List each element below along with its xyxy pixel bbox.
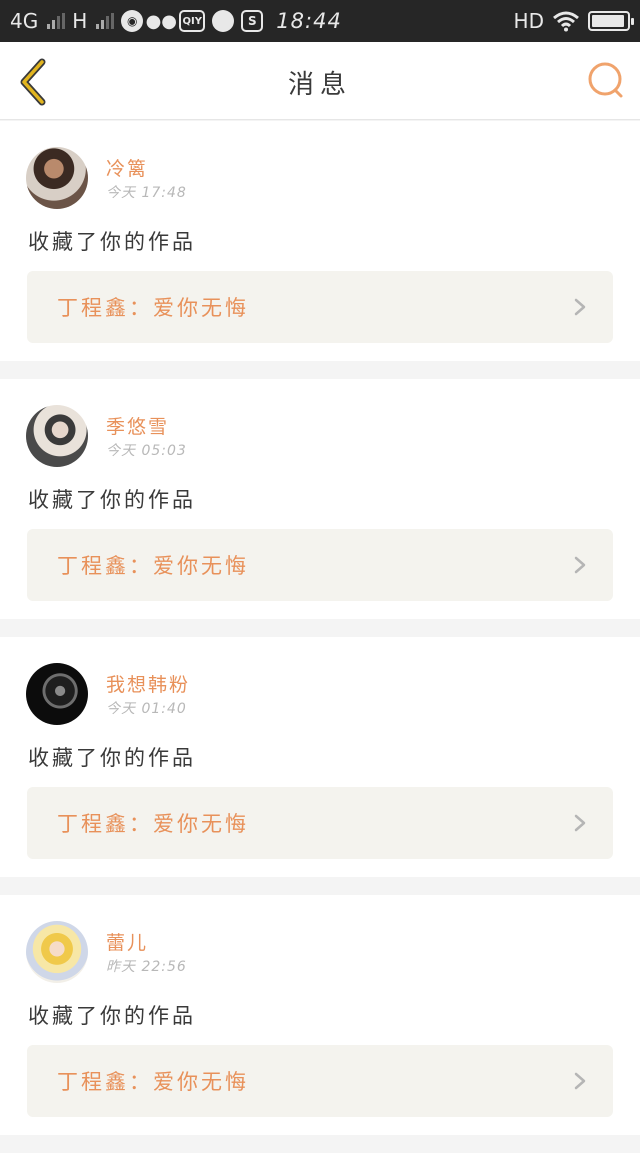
- clock: 18:44: [276, 9, 342, 33]
- timestamp: 昨天 22:56: [106, 959, 187, 975]
- work-link[interactable]: 丁程鑫：爱你无悔: [27, 1045, 613, 1117]
- work-link[interactable]: 丁程鑫：爱你无悔: [27, 529, 613, 601]
- avatar[interactable]: [26, 663, 88, 725]
- message-card: 我想韩粉 今天 01:40 收藏了你的作品 丁程鑫：爱你无悔: [0, 637, 640, 877]
- message-card: 蕾儿 昨天 22:56 收藏了你的作品 丁程鑫：爱你无悔: [0, 895, 640, 1135]
- work-link[interactable]: 丁程鑫：爱你无悔: [27, 271, 613, 343]
- username[interactable]: 我想韩粉: [106, 670, 190, 697]
- battery-icon: [588, 11, 634, 31]
- message-list: 冷篱 今天 17:48 收藏了你的作品 丁程鑫：爱你无悔 季悠雪 今天 05:0…: [0, 121, 640, 1153]
- message-card: 季悠雪 今天 05:03 收藏了你的作品 丁程鑫：爱你无悔: [0, 379, 640, 619]
- action-text: 收藏了你的作品: [28, 488, 196, 512]
- network-type: 4G: [10, 9, 39, 33]
- browser-icon: ◉: [121, 10, 144, 32]
- status-bar-left: 4G H ◉ ●● QIY S 18:44: [10, 9, 342, 33]
- action-text: 收藏了你的作品: [28, 1004, 196, 1028]
- chevron-right-icon: [574, 556, 586, 574]
- action-text: 收藏了你的作品: [28, 746, 196, 770]
- chevron-right-icon: [574, 814, 586, 832]
- work-link[interactable]: 丁程鑫：爱你无悔: [27, 787, 613, 859]
- action-text: 收藏了你的作品: [28, 230, 196, 254]
- search-icon[interactable]: [586, 60, 626, 100]
- chevron-right-icon: [574, 298, 586, 316]
- chevron-right-icon: [574, 1072, 586, 1090]
- hd-label: HD: [513, 9, 544, 33]
- work-title: 丁程鑫：爱你无悔: [57, 296, 249, 320]
- username[interactable]: 蕾儿: [106, 928, 148, 955]
- timestamp: 今天 05:03: [106, 443, 187, 459]
- status-bar-right: HD: [513, 9, 634, 33]
- timestamp: 今天 01:40: [106, 701, 187, 717]
- iqiyi-icon: QIY: [179, 10, 206, 32]
- s-app-icon: S: [241, 10, 264, 32]
- wifi-icon: [553, 11, 579, 32]
- work-title: 丁程鑫：爱你无悔: [57, 812, 249, 836]
- wechat-icon: ●●: [145, 10, 177, 32]
- username[interactable]: 冷篱: [106, 154, 148, 181]
- work-title: 丁程鑫：爱你无悔: [57, 1070, 249, 1094]
- page-title: 消息: [287, 70, 352, 100]
- message-icon: [212, 10, 235, 32]
- avatar[interactable]: [26, 921, 88, 983]
- work-title: 丁程鑫：爱你无悔: [57, 554, 249, 578]
- battery-fill: [592, 15, 625, 27]
- network-type-2: H: [72, 9, 88, 33]
- message-card: 冷篱 今天 17:48 收藏了你的作品 丁程鑫：爱你无悔: [0, 121, 640, 361]
- timestamp: 今天 17:48: [106, 185, 187, 201]
- username[interactable]: 季悠雪: [106, 412, 169, 439]
- avatar[interactable]: [26, 405, 88, 467]
- status-bar: 4G H ◉ ●● QIY S 18:44 HD: [0, 0, 640, 42]
- signal-icon: [47, 13, 66, 29]
- avatar[interactable]: [26, 147, 88, 209]
- nav-bar: 消息: [0, 42, 640, 120]
- signal-2-icon: [96, 13, 115, 29]
